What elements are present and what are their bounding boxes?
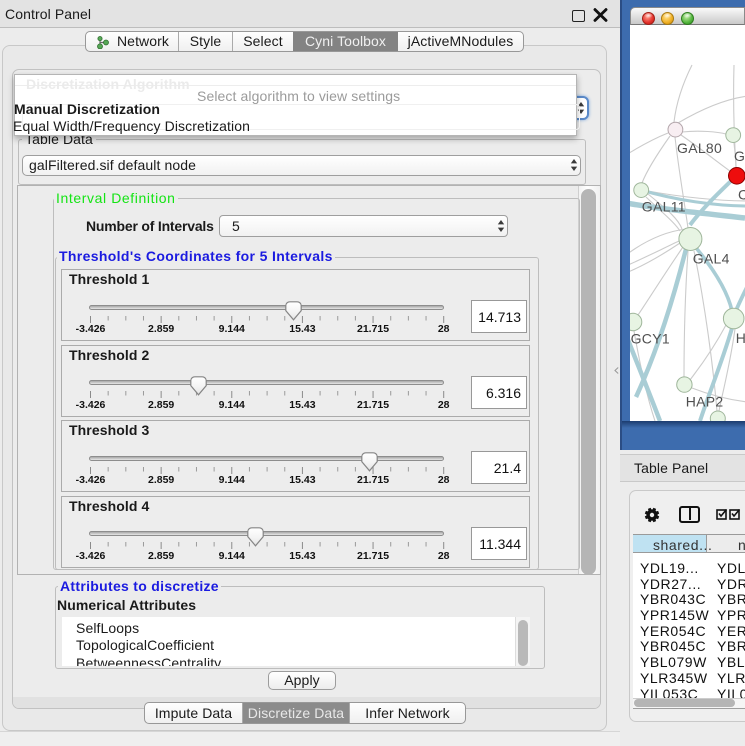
svg-text:GAL4: GAL4: [693, 251, 730, 267]
svg-text:HAP2: HAP2: [686, 393, 724, 409]
svg-text:H: H: [736, 330, 745, 346]
svg-text:GAL80: GAL80: [677, 140, 722, 156]
svg-text:G.: G.: [734, 148, 745, 164]
svg-text:GCY1: GCY1: [631, 331, 670, 347]
svg-text:GAL11: GAL11: [642, 199, 686, 215]
svg-text:C: C: [738, 187, 745, 203]
